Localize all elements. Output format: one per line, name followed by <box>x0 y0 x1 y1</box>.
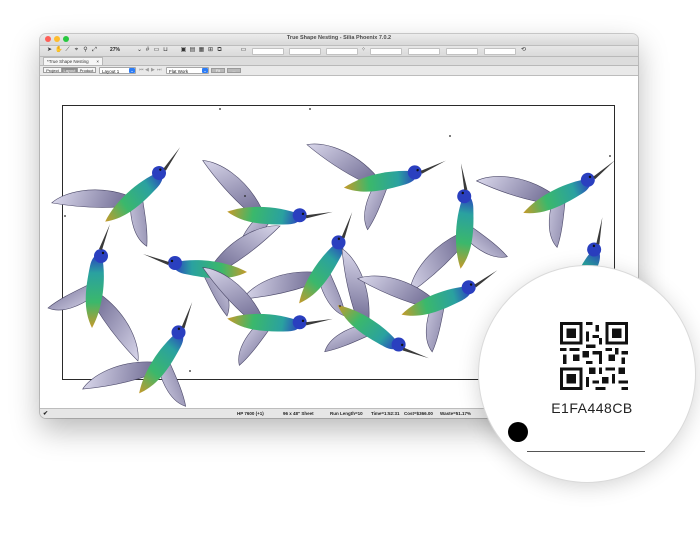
status-waste: Waste=51.17% <box>440 411 471 416</box>
sheet-edge-line <box>527 451 645 452</box>
angle-field[interactable] <box>446 48 478 55</box>
ruler-icon[interactable]: ⊔ <box>162 47 169 54</box>
scale-field[interactable] <box>484 48 516 55</box>
status-media: 96 x 48" Sheet <box>283 411 314 416</box>
y-field[interactable] <box>289 48 321 55</box>
rotate-icon[interactable]: ⟲ <box>520 47 527 54</box>
status-run-length: Run Length=10 <box>330 411 363 416</box>
chevron-down-icon: ⌄ <box>202 68 208 73</box>
arrow-select-icon[interactable]: ➤ <box>46 47 53 54</box>
window-title: True Shape Nesting - Silia Phoenix 7.0.2 <box>286 35 392 41</box>
copy-icon[interactable]: ⧉ <box>216 47 223 54</box>
checkmark-icon: ✔ <box>43 411 49 417</box>
segment-layout[interactable]: Layout <box>61 67 78 73</box>
main-toolbar: ➤ ✋ ⟋ ⌖ ⚲ ⤢ 27% ⌄ # ▭ ⊔ ▣ ▤ ▦ ⊞ ⧉ ▭ ⁘ ⟲ <box>40 46 638 57</box>
fit-icon[interactable]: ⤢ <box>91 47 98 54</box>
title-bar: True Shape Nesting - Silia Phoenix 7.0.2 <box>40 34 638 46</box>
x-field[interactable] <box>252 48 284 55</box>
first-layout-icon[interactable]: ⏮ <box>139 67 144 74</box>
grid-icon[interactable]: # <box>144 47 151 54</box>
grid-dots-icon[interactable]: ⁘ <box>360 47 367 54</box>
document-tab-bar: *True Shape Nesting × <box>40 57 638 66</box>
status-time: Time=1:52:31 <box>371 411 400 416</box>
last-layout-icon[interactable]: ⏭ <box>157 67 162 74</box>
status-cost: Cost=$366.00 <box>404 411 433 416</box>
align-icon[interactable]: ▭ <box>240 47 247 54</box>
layout-select[interactable]: Layout 1 ⌄ <box>99 67 136 74</box>
close-tab-icon[interactable]: × <box>96 58 99 66</box>
options-bar: Project Layout Product Layout 1 ⌄ ⏮ ◀ ▶ … <box>40 66 638 76</box>
more-button[interactable]: ... <box>227 68 241 73</box>
mode-select-value: Flat Work <box>169 69 189 74</box>
hand-icon[interactable]: ✋ <box>55 47 62 54</box>
segment-product[interactable]: Product <box>77 67 96 73</box>
chevron-down-icon[interactable]: ⌄ <box>136 47 143 54</box>
qr-code-icon <box>560 322 628 390</box>
folder-icon[interactable]: ▭ <box>153 47 160 54</box>
transform-icon[interactable]: ⌖ <box>73 47 80 54</box>
layers-icon[interactable]: ▤ <box>189 47 196 54</box>
tab-true-shape-nesting[interactable]: *True Shape Nesting × <box>43 57 103 65</box>
zoom-icon[interactable]: ⚲ <box>82 47 89 54</box>
fit-button[interactable]: Fit <box>211 68 225 73</box>
width-field[interactable] <box>370 48 402 55</box>
tab-label: *True Shape Nesting <box>47 59 89 64</box>
segment-project[interactable]: Project <box>43 67 62 73</box>
next-layout-icon[interactable]: ▶ <box>151 67 155 74</box>
height-field[interactable] <box>408 48 440 55</box>
registration-mark <box>508 422 528 442</box>
zoom-level[interactable]: 27% <box>110 47 132 54</box>
frame-icon[interactable]: ▣ <box>180 47 187 54</box>
arrange-icon[interactable]: ⊞ <box>207 47 214 54</box>
status-device: HP 7600 (+1) <box>237 411 264 416</box>
zoom-magnifier: E1FA448CB <box>479 266 695 482</box>
mode-select[interactable]: Flat Work ⌄ <box>166 67 209 74</box>
w-field[interactable] <box>326 48 358 55</box>
magic-wand-icon[interactable]: ⟋ <box>64 47 71 54</box>
chevron-down-icon: ⌄ <box>129 68 135 73</box>
prev-layout-icon[interactable]: ◀ <box>145 67 149 74</box>
layout-select-value: Layout 1 <box>102 69 120 74</box>
qr-code-label: E1FA448CB <box>551 400 633 416</box>
tile-icon[interactable]: ▦ <box>198 47 205 54</box>
